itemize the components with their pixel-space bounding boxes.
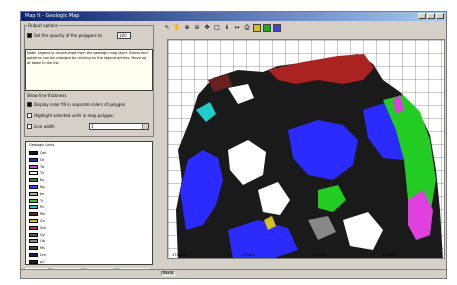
status-text: Ready — [163, 271, 174, 275]
legend-item[interactable]: Um — [29, 252, 46, 258]
title-bar: Map It - Geologic Map — [21, 12, 446, 21]
highlight-checkbox[interactable] — [27, 113, 32, 118]
legend-item[interactable]: Pz — [29, 204, 44, 210]
legend-swatch — [29, 171, 38, 176]
x-axis-label-2: 473000 — [242, 253, 256, 257]
line-width-select[interactable]: 1 — [89, 123, 149, 130]
legend-label: pC — [40, 259, 45, 264]
legend-item[interactable]: Qt — [29, 157, 44, 163]
legend-item[interactable]: Sch — [29, 225, 46, 231]
options-panel: Output options Set the opacity of the po… — [23, 23, 155, 278]
measure-icon[interactable]: ↔ — [233, 24, 241, 32]
status-bar: Ready — [21, 269, 446, 278]
legend-swatch — [29, 157, 38, 162]
print-icon[interactable]: ⎙ — [243, 24, 251, 32]
hand-icon[interactable]: ✋ — [173, 24, 181, 32]
legend-swatch — [29, 198, 38, 203]
layer-icon[interactable] — [253, 23, 261, 32]
opacity-label: Set the opacity of the polygons to — [34, 33, 102, 38]
line-thickness-label: Show line thickness — [27, 93, 67, 98]
line-width-value: 1 — [91, 124, 94, 129]
legend-label: Qv — [40, 232, 45, 237]
legend-item[interactable]: Tv — [29, 170, 44, 176]
legend-swatch — [29, 151, 38, 155]
display-color-checkbox[interactable] — [27, 102, 32, 107]
legend-label: Um — [40, 253, 46, 257]
legend-label: Pz — [40, 205, 44, 210]
display-color-label: Display color fill in separate colors of… — [34, 102, 126, 107]
notes-textarea[interactable]: Note: Legend is constructed from the geo… — [25, 49, 153, 91]
legend-item[interactable]: Qv — [29, 232, 45, 238]
legend-swatch — [29, 164, 38, 169]
pan-icon[interactable]: ✥ — [203, 24, 211, 32]
map-canvas[interactable] — [168, 40, 445, 259]
legend-swatch — [29, 205, 38, 210]
line-width-label: Line width — [34, 124, 55, 129]
legend-label: Ms — [40, 246, 45, 251]
legend-swatch — [29, 259, 38, 264]
geologic-map-view[interactable]: 472000 473000 474000 475000 — [167, 39, 445, 259]
legend-swatch — [29, 212, 38, 217]
legend-swatch — [29, 219, 38, 223]
legend-label: Tv — [40, 171, 45, 176]
zoom-out-icon[interactable]: ⊖ — [193, 24, 201, 32]
legend-swatch — [29, 246, 38, 251]
window-title: Map It - Geologic Map — [25, 13, 80, 19]
legend-item[interactable]: Ob — [29, 238, 45, 244]
legend-label: Tr — [40, 198, 44, 203]
legend-item[interactable]: Ks — [29, 177, 44, 183]
info-icon[interactable]: ℹ — [223, 24, 231, 32]
line-width-checkbox[interactable] — [27, 124, 32, 129]
legend-item[interactable]: Tb — [29, 164, 44, 170]
maximize-button[interactable] — [427, 13, 435, 19]
map-toolbar: ↖ ✋ ⊕ ⊖ ✥ □ ℹ ↔ ⎙ — [161, 22, 446, 33]
main-window: Map It - Geologic Map Output options Set… — [20, 11, 447, 279]
legend-item[interactable]: Ms — [29, 245, 45, 251]
legend-item[interactable]: Tr — [29, 198, 43, 204]
grid-icon[interactable] — [273, 23, 281, 32]
legend-swatch — [29, 185, 38, 189]
refresh-icon[interactable] — [263, 23, 271, 32]
legend-swatch — [29, 225, 38, 230]
legend-label: Tb — [40, 164, 45, 169]
legend-item[interactable]: pC — [29, 259, 45, 264]
legend-item[interactable]: Kg — [29, 184, 45, 190]
legend-header: Geologic Units — [29, 143, 55, 147]
legend-label: Ks — [40, 178, 45, 183]
legend-label: Kg — [40, 185, 45, 189]
zoom-in-icon[interactable]: ⊕ — [183, 24, 191, 32]
legend-swatch — [29, 191, 38, 196]
legend-item[interactable]: Mz — [29, 211, 45, 217]
legend-item[interactable]: Gn — [29, 218, 45, 224]
legend-label: Jm — [40, 191, 45, 196]
legend-label: Qal — [40, 151, 46, 155]
close-button[interactable] — [436, 13, 444, 19]
legend-label: Gn — [40, 219, 45, 223]
legend-label: Sch — [40, 225, 47, 230]
opacity-input[interactable]: 100 — [117, 32, 131, 39]
legend-swatch — [29, 253, 38, 257]
x-axis-label-4: 475000 — [382, 253, 396, 257]
legend-label: Mz — [40, 212, 45, 217]
legend-list[interactable]: Geologic Units Qal Qt Tb Tv Ks Kg Jm Tr Pz Mz Gn Sc… — [25, 141, 153, 265]
minimize-button[interactable] — [418, 13, 426, 19]
select-icon[interactable]: □ — [213, 24, 221, 32]
chevron-down-icon[interactable] — [142, 124, 148, 129]
x-axis-label-1: 472000 — [172, 253, 186, 257]
legend-label: Qt — [40, 157, 45, 162]
arrow-icon[interactable]: ↖ — [163, 24, 171, 32]
legend-label: Ob — [40, 239, 45, 244]
legend-swatch — [29, 239, 38, 244]
legend-item[interactable]: Qal — [29, 150, 46, 156]
x-axis-label-3: 474000 — [312, 253, 326, 257]
legend-swatch — [29, 232, 38, 237]
output-options-title: Output options — [27, 23, 59, 28]
highlight-label: Highlight selected units in map polygon — [34, 113, 114, 118]
legend-item[interactable]: Jm — [29, 191, 44, 197]
legend-swatch — [29, 178, 38, 183]
opacity-checkbox[interactable] — [27, 33, 32, 38]
